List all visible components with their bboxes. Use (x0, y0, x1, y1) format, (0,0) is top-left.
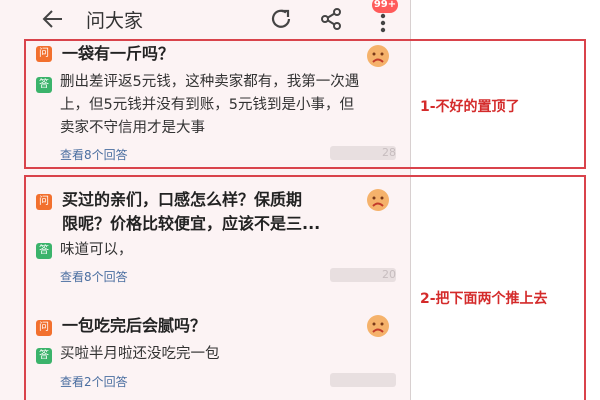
more-menu-icon[interactable] (370, 10, 396, 36)
notification-badge: 99+ (372, 0, 398, 13)
page-title: 问大家 (86, 10, 144, 32)
share-icon[interactable] (318, 6, 344, 32)
refresh-icon[interactable] (268, 6, 294, 32)
annotation-first: 1-不好的置顶了 (420, 99, 520, 115)
top-bar: 问大家 99+ (0, 0, 410, 38)
annotation-second: 2-把下面两个推上去 (420, 291, 548, 307)
back-arrow-icon[interactable] (40, 7, 66, 31)
